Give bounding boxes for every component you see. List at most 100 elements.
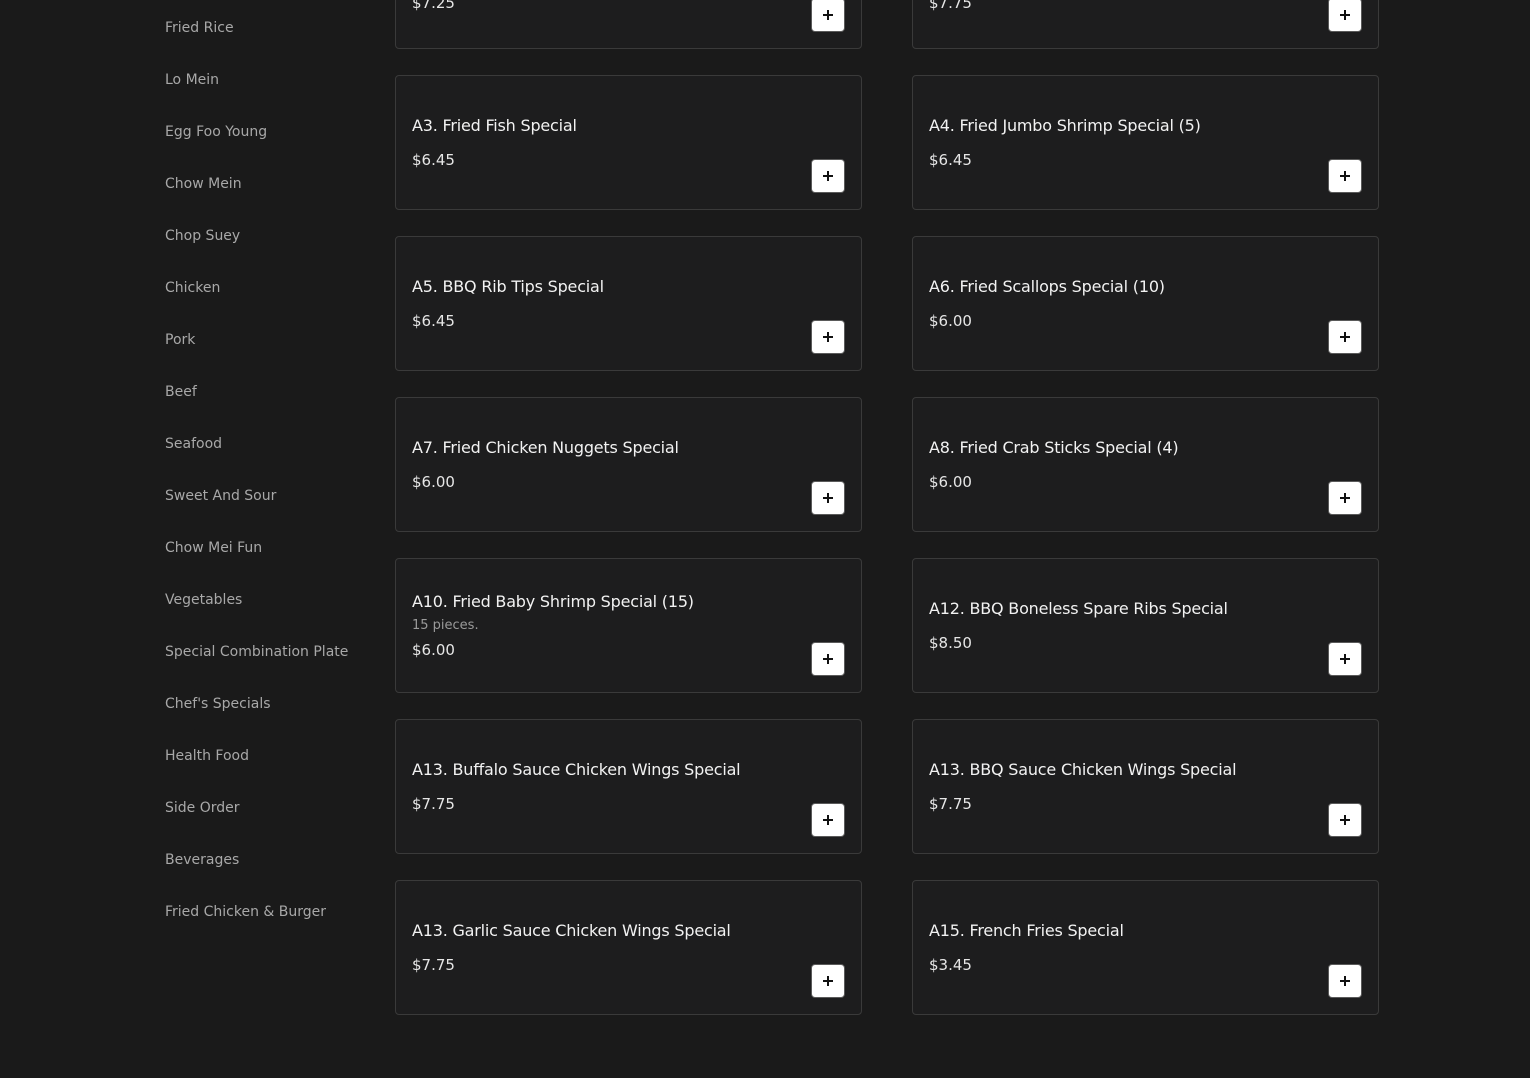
menu-item-card[interactable]: A13. Garlic Sauce Chicken Wings Special … <box>395 880 862 1015</box>
menu-item-price: $6.00 <box>929 311 972 330</box>
menu-item-info: $7.25 <box>412 0 801 48</box>
plus-icon <box>823 332 833 342</box>
menu-item-price: $6.00 <box>412 472 455 491</box>
menu-item-price: $6.45 <box>929 150 972 169</box>
plus-icon <box>823 815 833 825</box>
menu-item-info: A4. Fried Jumbo Shrimp Special (5) $6.45 <box>929 76 1318 209</box>
menu-item-name: A12. BBQ Boneless Spare Ribs Special <box>929 598 1228 618</box>
add-to-cart-button[interactable] <box>811 803 845 837</box>
menu-item-card[interactable]: A13. BBQ Sauce Chicken Wings Special $7.… <box>912 719 1379 854</box>
category-side-order[interactable]: Side Order <box>165 799 240 817</box>
category-pork[interactable]: Pork <box>165 331 195 349</box>
menu-item-info: A13. Buffalo Sauce Chicken Wings Special… <box>412 720 801 853</box>
category-vegetables[interactable]: Vegetables <box>165 591 242 609</box>
menu-item-card[interactable]: $7.75 <box>912 0 1379 49</box>
menu-item-info: A5. BBQ Rib Tips Special $6.45 <box>412 237 801 370</box>
category-chefs-specials[interactable]: Chef's Specials <box>165 695 271 713</box>
menu-item-card[interactable]: A12. BBQ Boneless Spare Ribs Special $8.… <box>912 558 1379 693</box>
menu-item-name: A7. Fried Chicken Nuggets Special <box>412 437 679 457</box>
menu-item-price: $7.75 <box>412 955 455 974</box>
category-chow-mein[interactable]: Chow Mein <box>165 175 242 193</box>
menu-item-card[interactable]: A10. Fried Baby Shrimp Special (15) 15 p… <box>395 558 862 693</box>
category-beef[interactable]: Beef <box>165 383 197 401</box>
add-to-cart-button[interactable] <box>811 481 845 515</box>
plus-icon <box>1340 976 1350 986</box>
menu-item-price: $7.75 <box>929 0 972 12</box>
category-beverages[interactable]: Beverages <box>165 851 239 869</box>
menu-item-price: $6.00 <box>929 472 972 491</box>
category-lo-mein[interactable]: Lo Mein <box>165 71 219 89</box>
category-chop-suey[interactable]: Chop Suey <box>165 227 240 245</box>
menu-item-card[interactable]: A13. Buffalo Sauce Chicken Wings Special… <box>395 719 862 854</box>
add-to-cart-button[interactable] <box>1328 642 1362 676</box>
plus-icon <box>823 654 833 664</box>
plus-icon <box>1340 493 1350 503</box>
category-seafood[interactable]: Seafood <box>165 435 222 453</box>
category-chow-mei-fun[interactable]: Chow Mei Fun <box>165 539 262 557</box>
category-health-food[interactable]: Health Food <box>165 747 249 765</box>
plus-icon <box>1340 654 1350 664</box>
add-to-cart-button[interactable] <box>1328 0 1362 32</box>
menu-item-card[interactable]: A4. Fried Jumbo Shrimp Special (5) $6.45 <box>912 75 1379 210</box>
plus-icon <box>823 171 833 181</box>
menu-item-info: A12. BBQ Boneless Spare Ribs Special $8.… <box>929 559 1318 692</box>
plus-icon <box>1340 815 1350 825</box>
add-to-cart-button[interactable] <box>1328 803 1362 837</box>
menu-item-price: $3.45 <box>929 955 972 974</box>
menu-item-info: A8. Fried Crab Sticks Special (4) $6.00 <box>929 398 1318 531</box>
add-to-cart-button[interactable] <box>811 320 845 354</box>
menu-item-card[interactable]: A5. BBQ Rib Tips Special $6.45 <box>395 236 862 371</box>
menu-item-card[interactable]: A15. French Fries Special $3.45 <box>912 880 1379 1015</box>
menu-item-name: A10. Fried Baby Shrimp Special (15) <box>412 591 694 611</box>
menu-item-info: $7.75 <box>929 0 1318 48</box>
add-to-cart-button[interactable] <box>1328 481 1362 515</box>
category-special-combination-plate[interactable]: Special Combination Plate <box>165 643 348 661</box>
menu-item-info: A13. Garlic Sauce Chicken Wings Special … <box>412 881 801 1014</box>
menu-item-card[interactable]: A3. Fried Fish Special $6.45 <box>395 75 862 210</box>
add-to-cart-button[interactable] <box>811 964 845 998</box>
menu-item-info: A13. BBQ Sauce Chicken Wings Special $7.… <box>929 720 1318 853</box>
category-chicken[interactable]: Chicken <box>165 279 220 297</box>
menu-item-info: A3. Fried Fish Special $6.45 <box>412 76 801 209</box>
category-fried-rice[interactable]: Fried Rice <box>165 19 234 37</box>
menu-item-price: $7.75 <box>929 794 972 813</box>
add-to-cart-button[interactable] <box>1328 320 1362 354</box>
plus-icon <box>823 493 833 503</box>
menu-item-card[interactable]: $7.25 <box>395 0 862 49</box>
add-to-cart-button[interactable] <box>811 159 845 193</box>
menu-item-name: A3. Fried Fish Special <box>412 115 577 135</box>
menu-item-price: $8.50 <box>929 633 972 652</box>
category-sweet-and-sour[interactable]: Sweet And Sour <box>165 487 276 505</box>
menu-item-name: A8. Fried Crab Sticks Special (4) <box>929 437 1179 457</box>
plus-icon <box>1340 332 1350 342</box>
category-fried-chicken-burger[interactable]: Fried Chicken & Burger <box>165 903 326 921</box>
menu-item-price: $7.25 <box>412 0 455 12</box>
menu-item-info: A6. Fried Scallops Special (10) $6.00 <box>929 237 1318 370</box>
menu-item-name: A13. Garlic Sauce Chicken Wings Special <box>412 920 731 940</box>
menu-page: Fried Rice Lo Mein Egg Foo Young Chow Me… <box>0 0 1530 1078</box>
menu-item-price: $7.75 <box>412 794 455 813</box>
menu-item-info: A7. Fried Chicken Nuggets Special $6.00 <box>412 398 801 531</box>
add-to-cart-button[interactable] <box>1328 159 1362 193</box>
add-to-cart-button[interactable] <box>811 642 845 676</box>
menu-item-name: A5. BBQ Rib Tips Special <box>412 276 604 296</box>
menu-item-name: A4. Fried Jumbo Shrimp Special (5) <box>929 115 1201 135</box>
menu-item-price: $6.00 <box>412 640 455 659</box>
menu-item-description: 15 pieces. <box>412 617 479 633</box>
menu-item-grid: $7.25 $7.75 A3. Fried Fish Special $6.45… <box>395 0 1381 1078</box>
plus-icon <box>823 976 833 986</box>
menu-item-card[interactable]: A7. Fried Chicken Nuggets Special $6.00 <box>395 397 862 532</box>
category-egg-foo-young[interactable]: Egg Foo Young <box>165 123 267 141</box>
plus-icon <box>823 10 833 20</box>
plus-icon <box>1340 10 1350 20</box>
add-to-cart-button[interactable] <box>1328 964 1362 998</box>
add-to-cart-button[interactable] <box>811 0 845 32</box>
menu-item-name: A6. Fried Scallops Special (10) <box>929 276 1165 296</box>
menu-item-price: $6.45 <box>412 150 455 169</box>
menu-item-card[interactable]: A6. Fried Scallops Special (10) $6.00 <box>912 236 1379 371</box>
menu-item-name: A15. French Fries Special <box>929 920 1124 940</box>
menu-item-name: A13. BBQ Sauce Chicken Wings Special <box>929 759 1237 779</box>
menu-item-name: A13. Buffalo Sauce Chicken Wings Special <box>412 759 741 779</box>
plus-icon <box>1340 171 1350 181</box>
menu-item-card[interactable]: A8. Fried Crab Sticks Special (4) $6.00 <box>912 397 1379 532</box>
